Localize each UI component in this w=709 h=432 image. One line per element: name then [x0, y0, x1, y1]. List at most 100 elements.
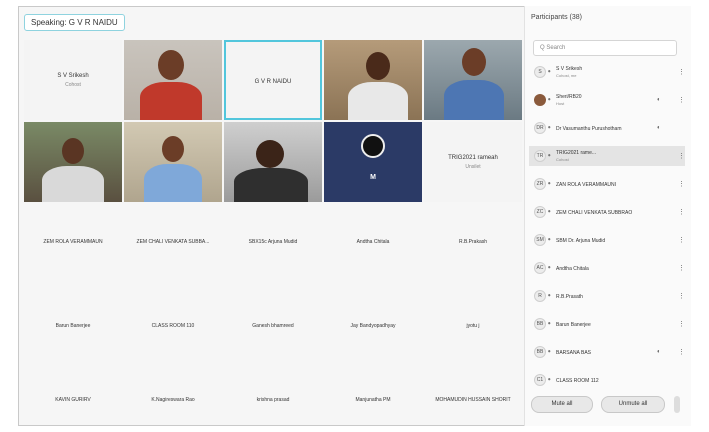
- camera-icon[interactable]: ◐: [657, 97, 661, 103]
- avatar: BB: [534, 318, 546, 330]
- microphone-icon: ⦁: [548, 69, 551, 75]
- participant-name: SBM Dr. Arjuna Mudid: [556, 238, 606, 244]
- participant-video-tile[interactable]: [24, 122, 122, 202]
- participant-list-item[interactable]: BB ⦁ BARSANA BAS ◐ ⋮: [529, 342, 685, 362]
- more-options-icon[interactable]: ⋮: [678, 348, 685, 356]
- microphone-icon: ⦁: [548, 349, 551, 355]
- participant-list-item[interactable]: R ⦁ R.B.Prasath ⋮: [529, 286, 685, 306]
- participant-list-item[interactable]: ZC ⦁ ZEM CHALI VENKATA SUBBRAO ⋮: [529, 202, 685, 222]
- video-person: [42, 166, 104, 202]
- tile-label: M: [370, 174, 376, 181]
- avatar: TR: [534, 150, 546, 162]
- more-options-icon[interactable]: ⋮: [678, 68, 685, 76]
- more-options-icon[interactable]: ⋮: [678, 96, 685, 104]
- participant-name: CLASS ROOM 112: [556, 378, 599, 384]
- participant-video-tile[interactable]: [424, 40, 522, 120]
- microphone-icon: ⦁: [548, 125, 551, 131]
- participant-role: Cohost: [556, 157, 569, 162]
- video-person-head: [162, 136, 184, 162]
- participant-role: Cohost, me: [556, 73, 577, 78]
- participant-list-item[interactable]: DR ⦁ Dr Vasumanthu Purushotham ◐: [529, 118, 685, 138]
- more-options-icon[interactable]: ⋮: [678, 320, 685, 328]
- mute-all-button[interactable]: Mute all: [531, 396, 593, 413]
- camera-icon[interactable]: ◐: [657, 125, 661, 131]
- participant-list-item[interactable]: ⦁ Sheri/RB20 Host ◐ ⋮: [529, 90, 685, 110]
- participant-tile[interactable]: Andtha Chitala: [324, 212, 422, 272]
- video-person-head: [256, 140, 284, 168]
- participant-tile[interactable]: SBX15c Arjuna Mudid: [224, 212, 322, 272]
- microphone-icon: ⦁: [548, 321, 551, 327]
- tile-name: TRIG2021 rameah: [448, 155, 498, 161]
- participant-tile[interactable]: G V R NAIDU: [224, 40, 322, 120]
- participant-tile[interactable]: S V Srikesh Cohost: [24, 40, 122, 120]
- participant-tile[interactable]: R.B.Prakash: [424, 212, 522, 272]
- video-person-head: [158, 50, 184, 80]
- participant-tile[interactable]: TRIG2021 rameah Unsilet: [424, 122, 522, 202]
- participant-tile[interactable]: KAVIN GURIRV: [24, 370, 122, 430]
- participants-panel: Participants (38) Q Search S ⦁ S V Srikesh…: [524, 6, 691, 426]
- microphone-icon: ⦁: [548, 209, 551, 215]
- tile-role: Unsilet: [465, 164, 481, 170]
- more-options-icon[interactable]: ⋮: [678, 264, 685, 272]
- avatar: S: [534, 66, 546, 78]
- obs-logo-icon: [361, 134, 385, 158]
- participant-list-item[interactable]: C1 ⦁ CLASS ROOM 112: [529, 370, 685, 390]
- more-options-icon[interactable]: ⋮: [678, 208, 685, 216]
- avatar: BB: [534, 346, 546, 358]
- participant-name: S V Srikesh: [556, 66, 583, 72]
- video-person: [348, 82, 408, 120]
- unmute-all-button[interactable]: Unmute all: [601, 396, 665, 413]
- participant-list-item[interactable]: AC ⦁ Andtha Chitala ⋮: [529, 258, 685, 278]
- participant-list-item[interactable]: TR ⦁ TRIG2021 rame... Cohost ⋮: [529, 146, 685, 166]
- participant-video-tile[interactable]: [224, 122, 322, 202]
- participant-video-tile[interactable]: [124, 40, 222, 120]
- participant-video-tile[interactable]: M: [324, 122, 422, 202]
- video-row-2: M TRIG2021 rameah Unsilet: [24, 122, 523, 202]
- microphone-icon: ⦁: [548, 153, 551, 159]
- participant-tile[interactable]: Barun Banerjee: [24, 296, 122, 356]
- camera-icon[interactable]: ◐: [657, 349, 661, 355]
- participant-list-item[interactable]: ZR ⦁ ZAN ROLA VERAMMAUNI ⋮: [529, 174, 685, 194]
- participant-tile[interactable]: MOHAMUDIN HUSSAIN SHORIT: [424, 370, 522, 430]
- video-person: [444, 80, 504, 120]
- participant-video-tile[interactable]: [324, 40, 422, 120]
- participant-tile[interactable]: Manjunatha PM: [324, 370, 422, 430]
- participant-tile[interactable]: ZEM ROLA VERAMMAUN: [24, 212, 122, 272]
- participant-video-tile[interactable]: [124, 122, 222, 202]
- tile-row-5: KAVIN GURIRV K.Nagireswara Rao krishna pra…: [24, 370, 523, 430]
- avatar: ZC: [534, 206, 546, 218]
- participant-list-item[interactable]: BB ⦁ Barun Banerjee ⋮: [529, 314, 685, 334]
- avatar: C1: [534, 374, 546, 386]
- participant-list-item[interactable]: S ⦁ S V Srikesh Cohost, me ⋮: [529, 62, 685, 82]
- participant-name: Dr Vasumanthu Purushotham: [556, 126, 622, 132]
- more-options-icon[interactable]: ⋮: [678, 152, 685, 160]
- participant-name: Barun Banerjee: [556, 322, 591, 328]
- participant-tile[interactable]: Ganesh bhamreed: [224, 296, 322, 356]
- participant-name: BARSANA BAS: [556, 350, 592, 356]
- participant-role: Host: [556, 101, 565, 106]
- more-options-icon[interactable]: ⋮: [678, 180, 685, 188]
- active-speaker-badge: Speaking: G V R NAIDU: [24, 14, 125, 31]
- participant-tile[interactable]: jyotu j: [424, 296, 522, 356]
- participant-tile[interactable]: ZEM CHALI VENKATA SUBBA...: [124, 212, 222, 272]
- more-options-icon[interactable]: ⋮: [678, 292, 685, 300]
- video-person: [140, 82, 202, 120]
- video-person: [144, 164, 202, 202]
- video-person-head: [62, 138, 84, 164]
- participant-tile[interactable]: CLASS ROOM 110: [124, 296, 222, 356]
- participant-tile[interactable]: krishna prasad: [224, 370, 322, 430]
- participant-tile[interactable]: K.Nagireswara Rao: [124, 370, 222, 430]
- microphone-icon: ⦁: [548, 237, 551, 243]
- panel-scrollbar[interactable]: [674, 396, 680, 413]
- participant-search-input[interactable]: Q Search: [533, 40, 677, 56]
- participant-list-item[interactable]: SM ⦁ SBM Dr. Arjuna Mudid ⋮: [529, 230, 685, 250]
- tile-name: G V R NAIDU: [254, 79, 292, 85]
- microphone-icon: ⦁: [548, 377, 551, 383]
- tile-role: Cohost: [65, 82, 81, 88]
- microphone-icon: ⦁: [548, 265, 551, 271]
- participant-name: ZAN ROLA VERAMMAUNI: [556, 182, 617, 188]
- microphone-icon: ⦁: [548, 181, 551, 187]
- participant-tile[interactable]: Jay Bandyopadhyay: [324, 296, 422, 356]
- more-options-icon[interactable]: ⋮: [678, 236, 685, 244]
- participant-name: Andtha Chitala: [556, 266, 589, 272]
